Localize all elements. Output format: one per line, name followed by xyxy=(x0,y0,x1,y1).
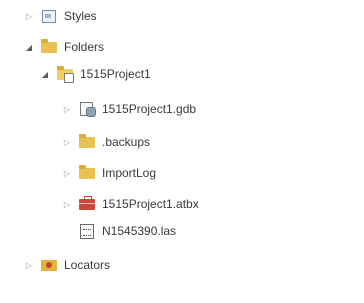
tree-item-label: 1515Project1.gdb xyxy=(102,102,197,116)
folder-icon xyxy=(78,134,96,150)
expand-arrow-icon[interactable]: ▷ xyxy=(24,260,34,270)
toolbox-icon xyxy=(78,196,96,212)
tree-item-las[interactable]: N1545390.las xyxy=(78,221,176,241)
las-file-icon xyxy=(78,223,96,239)
geodatabase-icon xyxy=(78,101,96,117)
tree-item-project-folder[interactable]: ◢ 1515Project1 xyxy=(40,64,151,84)
expand-arrow-icon[interactable]: ▷ xyxy=(62,104,72,114)
project-folder-icon xyxy=(56,66,74,83)
tree-item-folders[interactable]: ◢ Folders xyxy=(24,37,104,57)
collapse-arrow-icon[interactable]: ◢ xyxy=(40,69,50,79)
collapse-arrow-icon[interactable]: ◢ xyxy=(24,42,34,52)
tree-item-styles[interactable]: ▷ Styles xyxy=(24,6,97,26)
tree-item-importlog[interactable]: ▷ ImportLog xyxy=(62,163,156,183)
tree-item-label: Styles xyxy=(64,9,97,23)
styles-icon xyxy=(40,8,58,24)
tree-item-label: 1515Project1 xyxy=(80,67,151,81)
expand-arrow-icon[interactable]: ▷ xyxy=(62,168,72,178)
expand-arrow-icon[interactable]: ▷ xyxy=(62,199,72,209)
tree-item-label: N1545390.las xyxy=(102,224,177,238)
tree-item-atbx[interactable]: ▷ 1515Project1.atbx xyxy=(62,194,199,214)
locators-icon xyxy=(40,257,58,273)
catalog-tree: ▷ Styles ◢ Folders ◢ 1515Project1 ▷ 1515… xyxy=(0,0,364,303)
tree-item-label: 1515Project1.atbx xyxy=(102,197,199,211)
tree-item-label: ImportLog xyxy=(102,166,157,180)
tree-item-label: Locators xyxy=(64,258,111,272)
folder-icon xyxy=(78,165,96,181)
expand-arrow-icon[interactable]: ▷ xyxy=(62,137,72,147)
tree-item-backups[interactable]: ▷ .backups xyxy=(62,132,150,152)
tree-item-locators[interactable]: ▷ Locators xyxy=(24,255,110,275)
tree-item-label: Folders xyxy=(64,40,105,54)
tree-item-label: .backups xyxy=(102,135,151,149)
tree-item-gdb[interactable]: ▷ 1515Project1.gdb xyxy=(62,99,196,119)
expand-arrow-icon[interactable]: ▷ xyxy=(24,11,34,21)
folder-icon xyxy=(40,39,58,55)
